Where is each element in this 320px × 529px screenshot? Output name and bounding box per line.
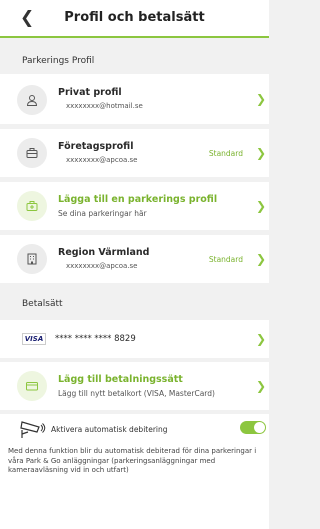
building-icon xyxy=(17,244,47,274)
auto-debit-panel: Aktivera automatisk debitering Med denna… xyxy=(0,414,269,529)
card-number: **** **** **** 8829 xyxy=(55,334,136,344)
toggle-knob xyxy=(254,422,265,433)
auto-debit-label: Aktivera automatisk debitering xyxy=(51,425,168,434)
briefcase-icon xyxy=(17,138,47,168)
parking-profile-heading: Parkerings Profil xyxy=(0,46,269,74)
page-title: Profil och betalsätt xyxy=(64,10,205,25)
add-profile-subtitle: Se dina parkeringar här xyxy=(58,209,147,218)
auto-debit-toggle[interactable] xyxy=(240,421,266,434)
chevron-right-icon: ❯ xyxy=(255,199,266,213)
credit-card-icon xyxy=(17,371,47,401)
chevron-right-icon: ❯ xyxy=(255,379,266,393)
add-profile-title: Lägga till en parkerings profil xyxy=(58,194,218,205)
chevron-right-icon: ❯ xyxy=(255,92,266,106)
profile-row-private[interactable]: Privat profil xxxxxxxx@hotmail.se ❯ xyxy=(0,74,269,124)
person-icon xyxy=(17,85,47,115)
profile-email: xxxxxxxx@apcoa.se xyxy=(66,262,138,270)
profile-row-company[interactable]: Företagsprofil xxxxxxxx@apcoa.se Standar… xyxy=(0,129,269,177)
add-payment-row[interactable]: Lägg till betalningssätt Lägg till nytt … xyxy=(0,362,269,410)
payment-heading: Betalsätt xyxy=(0,289,269,317)
standard-badge: Standard xyxy=(208,255,243,264)
profile-email: xxxxxxxx@apcoa.se xyxy=(66,156,138,164)
auto-debit-description: Med denna funktion blir du automatisk de… xyxy=(8,447,257,474)
chevron-right-icon: ❯ xyxy=(255,146,266,160)
profile-row-region[interactable]: Region Värmland xxxxxxxx@apcoa.se Standa… xyxy=(0,235,269,283)
payment-card-row[interactable]: VISA **** **** **** 8829 ❯ xyxy=(0,320,269,358)
chevron-right-icon: ❯ xyxy=(255,332,266,346)
camera-icon xyxy=(19,420,47,444)
add-parking-profile-row[interactable]: Lägga till en parkerings profil Se dina … xyxy=(0,182,269,230)
profile-title: Region Värmland xyxy=(58,247,150,258)
profile-title: Företagsprofil xyxy=(58,141,134,152)
briefcase-add-icon xyxy=(17,191,47,221)
top-bar: ❮ Profil och betalsätt xyxy=(0,0,269,38)
profile-email: xxxxxxxx@hotmail.se xyxy=(66,102,143,110)
add-payment-subtitle: Lägg till nytt betalkort (VISA, MasterCa… xyxy=(58,389,215,398)
visa-logo-icon: VISA xyxy=(22,333,46,345)
add-payment-title: Lägg till betalningssätt xyxy=(58,374,183,385)
chevron-right-icon: ❯ xyxy=(255,252,266,266)
standard-badge: Standard xyxy=(208,149,243,158)
profile-title: Privat profil xyxy=(58,87,122,98)
